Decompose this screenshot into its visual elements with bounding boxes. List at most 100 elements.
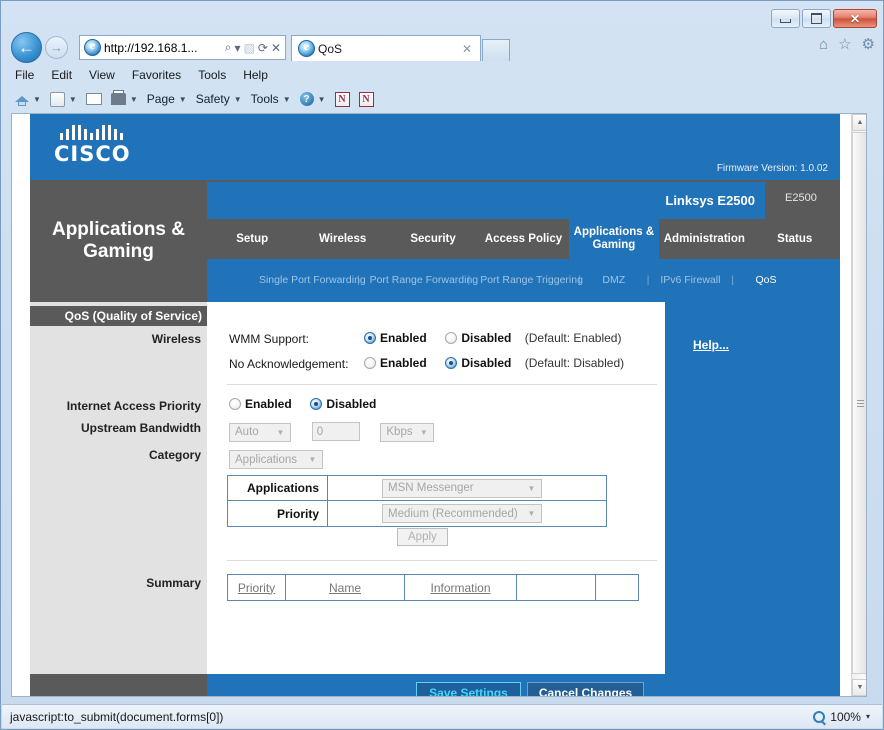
main-tabs: Setup Wireless Security Access Policy Ap… <box>207 219 840 259</box>
refresh-icon[interactable]: ⟳ <box>258 41 268 55</box>
summary-header-blank-1 <box>516 574 596 601</box>
close-icon: ✕ <box>849 11 861 26</box>
zoom-icon <box>813 710 826 723</box>
subtab-single-port-forwarding[interactable]: Single Port Forwarding <box>255 274 366 287</box>
command-bar: ▼ ▼ ▼ Page ▼ Safety ▼ Tools ▼ ? ▼ N N <box>1 87 884 111</box>
bandwidth-value-input[interactable]: 0 <box>311 422 360 441</box>
address-input[interactable]: http://192.168.1... <box>104 41 225 55</box>
minimize-button[interactable] <box>771 9 800 28</box>
chevron-down-icon: ▼ <box>419 427 428 437</box>
onenote-icon: N <box>334 91 350 107</box>
home-icon[interactable]: ⌂ <box>819 37 828 52</box>
wmm-support-label: WMM Support: <box>229 332 310 346</box>
chevron-down-icon[interactable]: ▾ <box>866 712 870 721</box>
subtab-ipv6-firewall[interactable]: IPv6 Firewall <box>655 274 725 287</box>
scroll-down-button[interactable]: ▼ <box>852 679 866 696</box>
help-panel: Help... <box>665 302 840 674</box>
back-button[interactable]: ← <box>11 32 42 63</box>
title-bar: ✕ <box>1 1 883 29</box>
maximize-button[interactable] <box>802 9 831 28</box>
no-acknowledgement-label: No Acknowledgement: <box>229 357 349 371</box>
forward-button[interactable]: → <box>45 36 68 59</box>
category-select[interactable]: Applications ▼ <box>229 450 323 469</box>
tools-menu[interactable]: Tools ▼ <box>251 92 291 106</box>
tab-qos[interactable]: QoS ✕ <box>291 35 481 61</box>
tab-access-policy[interactable]: Access Policy <box>478 219 568 259</box>
sidebar-label-internet-access-priority: Internet Access Priority <box>66 399 201 413</box>
save-settings-button[interactable]: Save Settings <box>416 682 521 696</box>
tab-close-icon[interactable]: ✕ <box>462 42 476 56</box>
category-controls: Applications ▼ <box>229 450 323 469</box>
tab-status[interactable]: Status <box>750 219 840 259</box>
subtab-port-range-forwarding[interactable]: Port Range Forwarding <box>366 274 479 287</box>
cisco-header: CISCO Firmware Version: 1.0.02 <box>30 114 840 180</box>
applications-select[interactable]: MSN Messenger ▼ <box>382 478 542 498</box>
settings-gear-icon[interactable]: ⚙ <box>862 37 875 52</box>
close-button[interactable]: ✕ <box>833 9 877 28</box>
menu-item-favorites[interactable]: Favorites <box>132 68 181 82</box>
cancel-changes-button[interactable]: Cancel Changes <box>527 682 644 696</box>
tab-favicon-icon <box>298 39 315 57</box>
rss-icon <box>49 91 65 107</box>
menu-item-help[interactable]: Help <box>243 68 268 82</box>
menu-item-view[interactable]: View <box>89 68 115 82</box>
menu-item-file[interactable]: File <box>15 68 34 82</box>
chevron-down-icon[interactable]: ▾ <box>235 41 241 55</box>
summary-header-priority[interactable]: Priority <box>227 574 286 601</box>
chevron-down-icon: ▼ <box>317 94 326 104</box>
new-tab-button[interactable] <box>482 39 510 61</box>
home-button[interactable]: ▼ <box>15 93 41 106</box>
internet-explorer-icon <box>84 38 101 56</box>
table-row: Priority Medium (Recommended) ▼ <box>227 500 607 527</box>
priority-row-label: Priority <box>227 500 328 527</box>
tab-administration[interactable]: Administration <box>659 219 749 259</box>
menu-item-tools[interactable]: Tools <box>198 68 226 82</box>
stop-icon[interactable]: ✕ <box>271 41 281 55</box>
noack-enabled-radio[interactable] <box>364 357 376 369</box>
tab-security[interactable]: Security <box>388 219 478 259</box>
safety-menu[interactable]: Safety ▼ <box>196 92 242 106</box>
address-bar[interactable]: http://192.168.1... ⌕ ▾ ▧ ⟳ ✕ <box>79 35 286 60</box>
subtab-separator: | <box>731 275 735 286</box>
wmm-disabled-radio[interactable] <box>445 332 458 344</box>
cisco-wordmark: CISCO <box>54 142 131 166</box>
subtab-port-range-triggering[interactable]: Port Range Triggering <box>476 274 583 287</box>
noack-disabled-label: Disabled <box>461 356 512 370</box>
zoom-control[interactable]: 100% ▾ <box>813 710 882 724</box>
print-button[interactable]: ▼ <box>110 90 138 105</box>
subtab-qos[interactable]: QoS <box>740 274 792 287</box>
wmm-disabled-label: Disabled <box>461 331 512 345</box>
tab-applications-gaming[interactable]: Applications & Gaming <box>568 219 660 259</box>
scrollbar-thumb[interactable] <box>852 132 866 674</box>
search-icon[interactable]: ⌕ <box>225 40 232 55</box>
compatibility-view-icon[interactable]: ▧ <box>244 41 255 55</box>
feeds-button[interactable]: ▼ <box>49 91 77 107</box>
summary-table: Priority Name Information <box>227 574 639 601</box>
mail-button[interactable] <box>85 93 102 105</box>
iap-disabled-radio[interactable] <box>310 398 323 410</box>
bandwidth-unit-select[interactable]: Kbps ▼ <box>380 422 435 442</box>
help-button[interactable]: ? ▼ <box>299 92 326 106</box>
page-menu[interactable]: Page ▼ <box>147 92 187 106</box>
divider <box>227 384 657 385</box>
menu-bar: File Edit View Favorites Tools Help <box>1 65 884 85</box>
onenote-button[interactable]: N <box>334 91 350 107</box>
favorites-star-icon[interactable]: ☆ <box>838 37 851 52</box>
tab-strip: QoS ✕ <box>291 34 510 61</box>
bandwidth-mode-select[interactable]: Auto ▼ <box>229 422 291 442</box>
priority-select[interactable]: Medium (Recommended) ▼ <box>382 504 542 523</box>
summary-header-information[interactable]: Information <box>404 574 517 601</box>
subtab-dmz[interactable]: DMZ <box>587 274 641 287</box>
onenote-clip-button[interactable]: N <box>358 91 374 107</box>
tab-setup[interactable]: Setup <box>207 219 297 259</box>
noack-disabled-radio[interactable] <box>445 357 458 369</box>
page-scrollbar-vertical[interactable]: ▲ ▼ <box>851 114 866 696</box>
wmm-enabled-radio[interactable] <box>364 332 376 344</box>
iap-enabled-radio[interactable] <box>229 398 241 410</box>
help-link[interactable]: Help... <box>693 338 729 352</box>
summary-header-name[interactable]: Name <box>285 574 405 601</box>
menu-item-edit[interactable]: Edit <box>51 68 72 82</box>
scroll-up-button[interactable]: ▲ <box>852 114 866 131</box>
tab-wireless[interactable]: Wireless <box>297 219 387 259</box>
apply-button[interactable]: Apply <box>397 528 448 546</box>
